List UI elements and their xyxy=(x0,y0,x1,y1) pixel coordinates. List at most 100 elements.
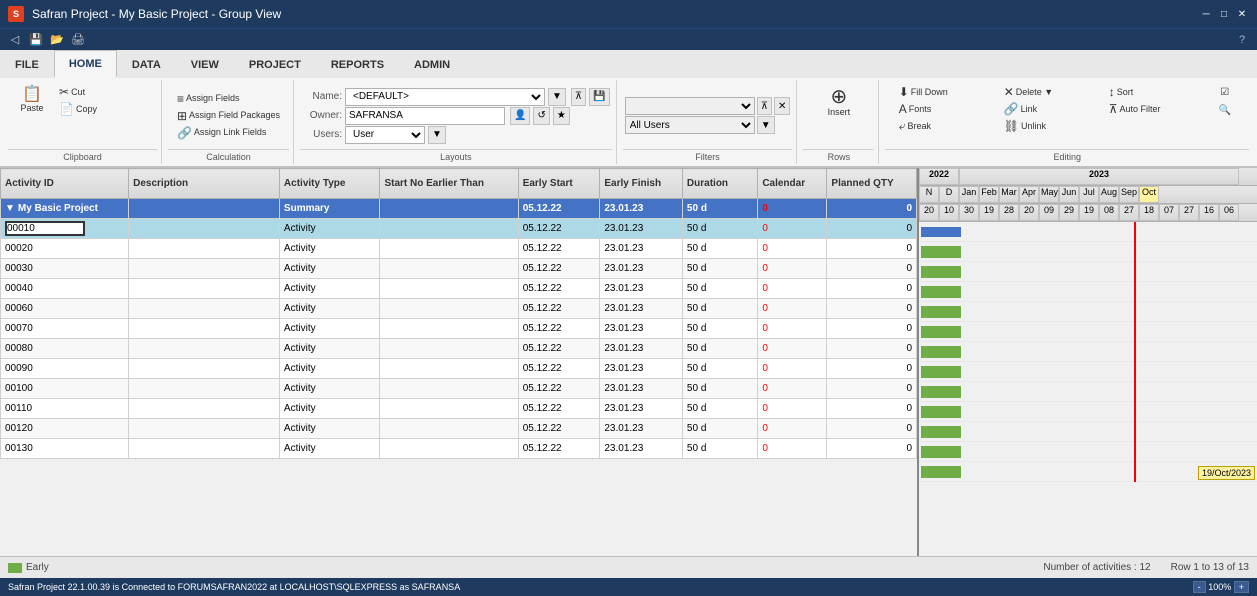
qa-back-button[interactable]: ◁ xyxy=(6,31,24,49)
owner-person-btn[interactable]: 👤 xyxy=(510,107,530,125)
tab-view[interactable]: VIEW xyxy=(176,50,234,78)
fonts-button[interactable]: A Fonts xyxy=(895,101,995,117)
col-early-start[interactable]: Early Start xyxy=(518,169,600,199)
copy-button[interactable]: 📄 Copy xyxy=(55,101,155,117)
ribbon-group-clipboard: 📋 Paste ✂ Cut 📄 Copy Clipboard xyxy=(4,80,162,164)
window-controls: ─ □ ✕ xyxy=(1199,7,1249,21)
unlink-button[interactable]: ⛓ Unlink xyxy=(1000,118,1100,134)
period-sep: Sep xyxy=(1119,186,1139,203)
table-row[interactable]: 00090Activity05.12.2223.01.2350 d00 xyxy=(1,359,917,379)
table-row[interactable]: 00100Activity05.12.2223.01.2350 d00 xyxy=(1,379,917,399)
table-row[interactable]: 00040Activity05.12.2223.01.2350 d00 xyxy=(1,279,917,299)
gantt-row xyxy=(919,322,1257,342)
table-row[interactable]: 00080Activity05.12.2223.01.2350 d00 xyxy=(1,339,917,359)
zoom-minus-button[interactable]: - xyxy=(1193,581,1206,593)
col-planned-qty[interactable]: Planned QTY xyxy=(827,169,917,199)
assign-link-fields-button[interactable]: 🔗 Assign Link Fields xyxy=(173,125,273,141)
year-2022: 2022 xyxy=(919,168,959,185)
filter-funnel-btn2[interactable]: ▼ xyxy=(757,116,775,134)
filter-x-btn[interactable]: ✕ xyxy=(774,97,790,115)
name-select[interactable]: <DEFAULT> xyxy=(345,88,545,106)
col-duration[interactable]: Duration xyxy=(682,169,757,199)
filter-icon-btn[interactable]: ⊼ xyxy=(571,88,586,106)
link-button[interactable]: 🔗 Link xyxy=(1000,101,1100,117)
auto-filter-button[interactable]: ⊼ Auto Filter xyxy=(1105,101,1205,117)
titlebar: S Safran Project - My Basic Project - Gr… xyxy=(0,0,1257,28)
col-calendar[interactable]: Calendar xyxy=(758,169,827,199)
save-layout-btn[interactable]: 💾 xyxy=(589,88,609,106)
assign-fields-button[interactable]: ≡ Assign Fields xyxy=(173,91,273,107)
owner-input[interactable] xyxy=(345,107,505,125)
filter-select1[interactable] xyxy=(625,97,755,115)
star-btn[interactable]: ★ xyxy=(553,107,570,125)
activity-id-input[interactable] xyxy=(5,221,85,236)
insert-button[interactable]: ⊕ Insert xyxy=(821,84,857,120)
search-button[interactable]: 🔍 xyxy=(1210,102,1240,119)
tab-reports[interactable]: REPORTS xyxy=(316,50,399,78)
expand-icon[interactable]: ▼ xyxy=(5,203,15,214)
period-jul: Jul xyxy=(1079,186,1099,203)
qa-save-button[interactable]: 💾 xyxy=(27,31,45,49)
day-18: 18 xyxy=(1139,204,1159,221)
filter-funnel-btn1[interactable]: ⊼ xyxy=(757,97,772,115)
fill-down-button[interactable]: ⬇ Fill Down xyxy=(895,84,995,100)
col-description[interactable]: Description xyxy=(129,169,280,199)
users-filter-select[interactable]: All Users xyxy=(625,116,755,134)
qa-open-button[interactable]: 📂 xyxy=(48,31,66,49)
gantt-row xyxy=(919,222,1257,242)
grid-table-area[interactable]: Activity ID Description Activity Type St… xyxy=(0,168,917,556)
cut-button[interactable]: ✂ Cut xyxy=(55,84,155,100)
maximize-button[interactable]: □ xyxy=(1217,7,1231,21)
qa-print-button[interactable]: 🖨 xyxy=(69,31,87,49)
table-row[interactable]: 00130Activity05.12.2223.01.2350 d00 xyxy=(1,439,917,459)
users-dropdown-btn[interactable]: ▼ xyxy=(428,126,446,144)
minimize-button[interactable]: ─ xyxy=(1199,7,1213,21)
name-dropdown-btn[interactable]: ▼ xyxy=(548,88,566,106)
tab-project[interactable]: PROJECT xyxy=(234,50,316,78)
fonts-icon: A xyxy=(899,103,907,115)
day-29: 29 xyxy=(1059,204,1079,221)
paste-button[interactable]: 📋 Paste xyxy=(10,84,54,116)
zoom-plus-button[interactable]: + xyxy=(1234,581,1249,593)
assign-packages-icon: ⊞ xyxy=(177,110,187,122)
period-mar: Mar xyxy=(999,186,1019,203)
table-row[interactable]: 00020Activity05.12.2223.01.2350 d00 xyxy=(1,239,917,259)
col-start-ne[interactable]: Start No Earlier Than xyxy=(380,169,518,199)
clipboard-label: Clipboard xyxy=(8,149,157,162)
fill-down-icon: ⬇ xyxy=(899,86,909,98)
tab-data[interactable]: DATA xyxy=(117,50,176,78)
col-activity-type[interactable]: Activity Type xyxy=(279,169,380,199)
sort-button[interactable]: ↕ Sort xyxy=(1105,84,1205,100)
delete-icon: ✕ xyxy=(1004,86,1014,98)
table-row[interactable]: 00120Activity05.12.2223.01.2350 d00 xyxy=(1,419,917,439)
table-row[interactable]: 00060Activity05.12.2223.01.2350 d00 xyxy=(1,299,917,319)
quick-access-toolbar: ◁ 💾 📂 🖨 ? xyxy=(0,28,1257,50)
early-legend-box xyxy=(8,563,22,573)
day-19: 19 xyxy=(979,204,999,221)
table-row[interactable]: 00030Activity05.12.2223.01.2350 d00 xyxy=(1,259,917,279)
tab-home[interactable]: HOME xyxy=(54,50,117,78)
gantt-bar xyxy=(921,326,961,338)
tab-file[interactable]: FILE xyxy=(0,50,54,78)
cut-icon: ✂ xyxy=(59,86,69,98)
delete-button[interactable]: ✕ Delete ▼ xyxy=(1000,84,1100,100)
checkmark-button[interactable]: ☑ xyxy=(1210,84,1240,101)
break-button[interactable]: ⤶ Break xyxy=(895,118,995,134)
assign-field-packages-button[interactable]: ⊞ Assign Field Packages xyxy=(173,108,284,124)
users-select[interactable]: User xyxy=(345,126,425,144)
col-early-finish[interactable]: Early Finish xyxy=(600,169,683,199)
refresh-btn[interactable]: ↺ xyxy=(533,107,549,125)
bottom-statusbar: Safran Project 22.1.00.39 is Connected t… xyxy=(0,578,1257,596)
gantt-rows: 19/Oct/2023 xyxy=(919,222,1257,482)
qa-help-button[interactable]: ? xyxy=(1233,31,1251,49)
tab-admin[interactable]: ADMIN xyxy=(399,50,465,78)
day-07: 07 xyxy=(1159,204,1179,221)
col-activity-id[interactable]: Activity ID xyxy=(1,169,129,199)
close-button[interactable]: ✕ xyxy=(1235,7,1249,21)
table-row[interactable]: Activity05.12.2223.01.2350 d00 xyxy=(1,219,917,239)
grid-container: Activity ID Description Activity Type St… xyxy=(0,168,1257,556)
table-row[interactable]: 00110Activity05.12.2223.01.2350 d00 xyxy=(1,399,917,419)
table-row[interactable]: 00070Activity05.12.2223.01.2350 d00 xyxy=(1,319,917,339)
insert-icon: ⊕ xyxy=(831,87,848,107)
table-row[interactable]: ▼My Basic ProjectSummary05.12.2223.01.23… xyxy=(1,199,917,219)
